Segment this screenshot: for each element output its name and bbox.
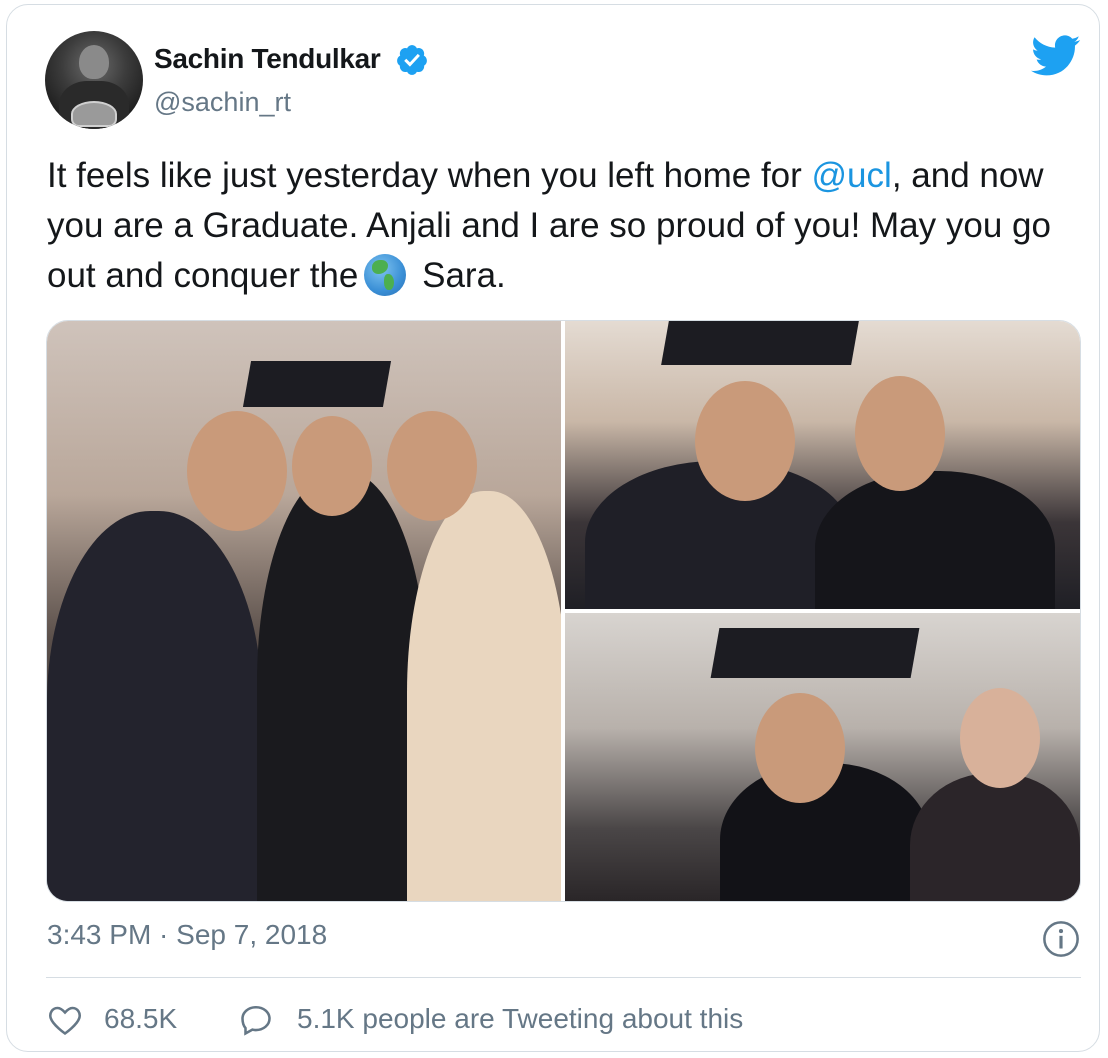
author-handle[interactable]: @sachin_rt xyxy=(154,87,291,118)
twitter-bird-icon[interactable] xyxy=(1031,35,1081,77)
graduate-portrait-photo[interactable] xyxy=(565,613,1080,901)
tweet-timestamp[interactable]: 3:43 PM · Sep 7, 2018 xyxy=(47,919,327,951)
globe-americas-icon xyxy=(364,254,407,296)
tweet-text-part3: Sara. xyxy=(412,256,506,295)
like-count[interactable]: 68.5K xyxy=(104,1003,177,1035)
reply-bubble-icon[interactable] xyxy=(237,1002,275,1038)
tweet-text: It feels like just yesterday when you le… xyxy=(47,151,1087,301)
info-icon[interactable] xyxy=(1042,920,1080,958)
heart-icon[interactable] xyxy=(47,1002,83,1038)
divider xyxy=(46,977,1081,978)
verified-badge-icon xyxy=(397,45,427,75)
tweet-text-part1: It feels like just yesterday when you le… xyxy=(47,156,812,195)
author-avatar[interactable] xyxy=(45,31,143,129)
tweeting-about-link[interactable]: 5.1K people are Tweeting about this xyxy=(297,1003,743,1035)
father-daughter-photo[interactable] xyxy=(565,321,1080,609)
tweet-card: Sachin Tendulkar @sachin_rt It feels lik… xyxy=(6,4,1100,1052)
mention-link[interactable]: @ucl xyxy=(812,156,892,195)
media-grid xyxy=(46,320,1081,902)
author-name[interactable]: Sachin Tendulkar xyxy=(154,43,381,75)
family-graduation-photo[interactable] xyxy=(47,321,561,901)
